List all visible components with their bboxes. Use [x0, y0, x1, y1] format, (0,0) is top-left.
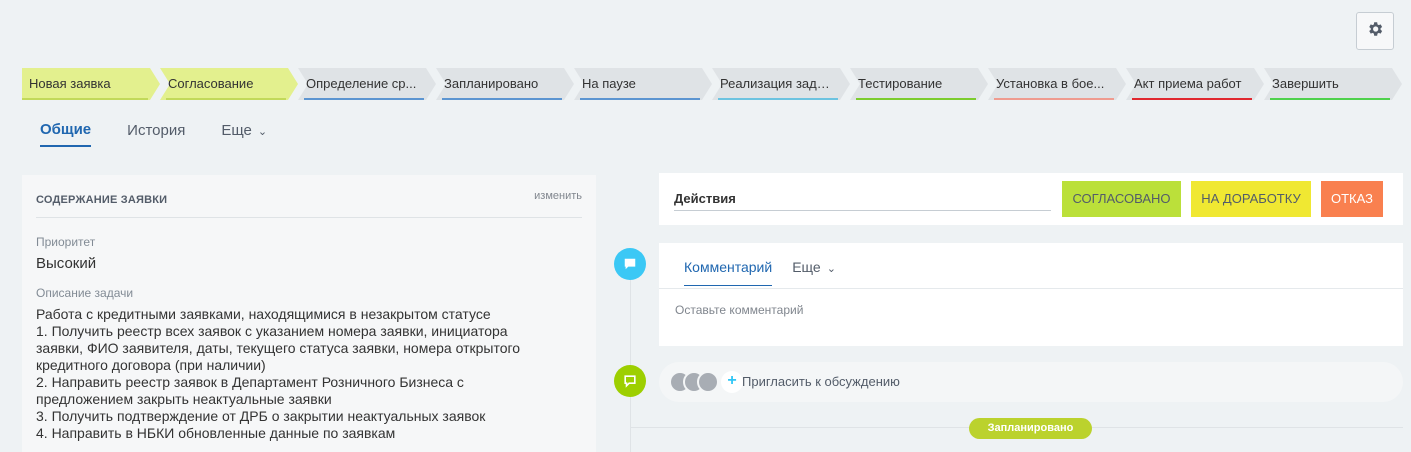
stage-label: Завершить	[1272, 76, 1339, 91]
comment-tabs: Комментарий Еще ⌄	[684, 259, 856, 286]
stage-item[interactable]: Определение ср...	[298, 68, 436, 100]
stage-item[interactable]: Завершить	[1264, 68, 1402, 100]
avatar-group: +	[669, 371, 743, 393]
avatar	[697, 371, 719, 393]
stage-item[interactable]: Новая заявка	[22, 68, 160, 100]
add-participant-icon[interactable]: +	[721, 371, 743, 393]
stage-item[interactable]: Согласование	[160, 68, 298, 100]
stage-label: Тестирование	[858, 76, 943, 91]
stage-label: Определение ср...	[306, 76, 417, 91]
description-line: предложением закрыть неактуальные заявки	[36, 391, 332, 407]
description-label: Описание задачи	[36, 286, 134, 300]
actions-title: Действия	[674, 191, 736, 206]
description-line: Работа с кредитными заявками, находящими…	[36, 306, 491, 322]
description-line: 4. Направить в НБКИ обновленные данные п…	[36, 425, 396, 441]
priority-label: Приоритет	[36, 235, 96, 249]
settings-button[interactable]	[1356, 12, 1394, 50]
description-line: 1. Получить реестр всех заявок с указани…	[36, 323, 508, 339]
stage-label: Согласование	[168, 76, 254, 91]
description-line: 3. Получить подтверждение от ДРБ о закры…	[36, 408, 486, 424]
invite-discussion[interactable]: + Пригласить к обсуждению	[659, 362, 1403, 402]
chat-timeline-icon	[614, 365, 646, 397]
tab-comment-more[interactable]: Еще ⌄	[792, 259, 836, 286]
tab-history-label: История	[127, 122, 186, 139]
tab-more-label: Еще	[221, 122, 252, 139]
approve-button[interactable]: Согласовано	[1062, 181, 1181, 217]
stage-item[interactable]: Тестирование	[850, 68, 988, 100]
panel-title: СОДЕРЖАНИЕ ЗАЯВКИ	[36, 194, 168, 206]
stage-item[interactable]: Акт приема работ	[1126, 68, 1264, 100]
actions-bar: Действия Согласовано На доработку Отказ	[659, 173, 1403, 225]
invite-label: Пригласить к обсуждению	[742, 374, 900, 389]
tab-more[interactable]: Еще ⌄	[221, 122, 267, 146]
stage-label: Новая заявка	[29, 76, 111, 91]
panel-header: СОДЕРЖАНИЕ ЗАЯВКИ изменить	[36, 190, 582, 218]
stage-label: На паузе	[582, 76, 636, 91]
status-badge: Запланировано	[969, 418, 1092, 439]
stage-pipeline: Новая заявка Согласование Определение ср..…	[22, 68, 1400, 100]
stage-item[interactable]: Установка в бое...	[988, 68, 1126, 100]
description-line: 2. Направить реестр заявок в Департамент…	[36, 374, 464, 390]
description-text: Работа с кредитными заявками, находящими…	[36, 306, 520, 442]
gear-icon	[1366, 20, 1384, 43]
stage-label: Акт приема работ	[1134, 76, 1242, 91]
detail-tabs: Общие История Еще ⌄	[40, 118, 303, 147]
timeline-line	[630, 250, 631, 452]
stage-label: Установка в бое...	[996, 76, 1105, 91]
stage-item[interactable]: Запланировано	[436, 68, 574, 100]
comment-divider	[659, 288, 1403, 289]
stage-item[interactable]: На паузе	[574, 68, 712, 100]
comment-input[interactable]: Оставьте комментарий	[675, 303, 803, 317]
comment-box: Комментарий Еще ⌄ Оставьте комментарий	[659, 243, 1403, 346]
tab-general[interactable]: Общие	[40, 121, 92, 147]
priority-value: Высокий	[36, 255, 97, 272]
reject-button[interactable]: Отказ	[1321, 181, 1383, 217]
description-line: кредитного договора (при наличии)	[36, 357, 266, 373]
chevron-down-icon: ⌄	[257, 126, 268, 138]
request-content-panel: СОДЕРЖАНИЕ ЗАЯВКИ изменить Приоритет Выс…	[22, 175, 596, 452]
tab-comment-more-label: Еще	[792, 259, 821, 275]
stage-label: Запланировано	[444, 76, 539, 91]
edit-link[interactable]: изменить	[534, 190, 582, 202]
chevron-down-icon: ⌄	[826, 263, 836, 275]
tab-comment[interactable]: Комментарий	[684, 259, 773, 286]
rework-button[interactable]: На доработку	[1191, 181, 1311, 217]
description-line: заявки, ФИО заявителя, даты, текущего ст…	[36, 340, 521, 356]
stage-item[interactable]: Реализация зада...	[712, 68, 850, 100]
comment-timeline-icon	[614, 248, 646, 280]
tab-general-label: Общие	[40, 121, 92, 138]
tab-history[interactable]: История	[127, 122, 185, 146]
actions-underline	[674, 210, 1051, 211]
stage-label: Реализация зада...	[720, 76, 834, 91]
